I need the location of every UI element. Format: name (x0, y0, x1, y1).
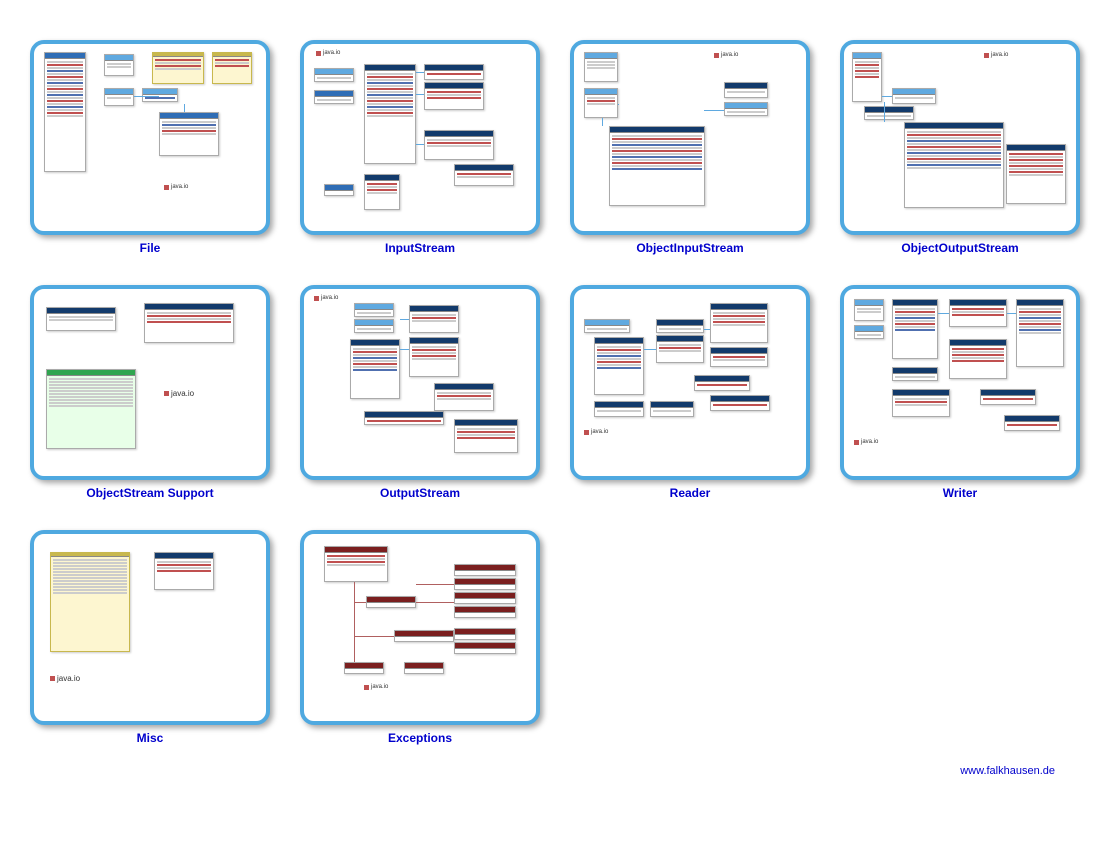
package-label: java.io (164, 184, 188, 190)
thumb-misc[interactable]: java.io (30, 530, 270, 725)
package-label: java.io (164, 389, 194, 398)
cell-objectstreamsupport: java.io ObjectStream Support (30, 285, 270, 500)
package-label: java.io (984, 52, 1008, 58)
cell-reader: java.io Reader (570, 285, 810, 500)
cell-objectoutputstream: java.io ObjectOutputStream (840, 40, 1080, 255)
thumb-exceptions[interactable]: java.io (300, 530, 540, 725)
cell-misc: java.io Misc (30, 530, 270, 745)
package-label: java.io (316, 50, 340, 56)
package-label: java.io (854, 439, 878, 445)
package-label: java.io (584, 429, 608, 435)
thumb-writer[interactable]: java.io (840, 285, 1080, 480)
caption-objectstreamsupport[interactable]: ObjectStream Support (86, 486, 213, 500)
thumb-reader[interactable]: java.io (570, 285, 810, 480)
package-label: java.io (364, 684, 388, 690)
cell-file: java.io File (30, 40, 270, 255)
cell-outputstream: java.io OutputStream (300, 285, 540, 500)
caption-writer[interactable]: Writer (943, 486, 977, 500)
thumb-outputstream[interactable]: java.io (300, 285, 540, 480)
package-label: java.io (50, 674, 80, 683)
thumbnail-grid: java.io File java.io InputStream java.io (30, 40, 1065, 745)
caption-exceptions[interactable]: Exceptions (388, 731, 452, 745)
caption-file[interactable]: File (140, 241, 161, 255)
caption-inputstream[interactable]: InputStream (385, 241, 455, 255)
caption-objectoutputstream[interactable]: ObjectOutputStream (901, 241, 1018, 255)
caption-misc[interactable]: Misc (137, 731, 164, 745)
thumb-file[interactable]: java.io (30, 40, 270, 235)
package-label: java.io (314, 295, 338, 301)
thumb-objectstreamsupport[interactable]: java.io (30, 285, 270, 480)
thumb-inputstream[interactable]: java.io (300, 40, 540, 235)
package-label: java.io (714, 52, 738, 58)
cell-writer: java.io Writer (840, 285, 1080, 500)
thumb-objectinputstream[interactable]: java.io (570, 40, 810, 235)
thumb-objectoutputstream[interactable]: java.io (840, 40, 1080, 235)
cell-exceptions: java.io Exceptions (300, 530, 540, 745)
cell-objectinputstream: java.io ObjectInputStream (570, 40, 810, 255)
caption-reader[interactable]: Reader (670, 486, 711, 500)
caption-outputstream[interactable]: OutputStream (380, 486, 460, 500)
cell-inputstream: java.io InputStream (300, 40, 540, 255)
caption-objectinputstream[interactable]: ObjectInputStream (636, 241, 743, 255)
footer-link[interactable]: www.falkhausen.de (30, 765, 1065, 777)
